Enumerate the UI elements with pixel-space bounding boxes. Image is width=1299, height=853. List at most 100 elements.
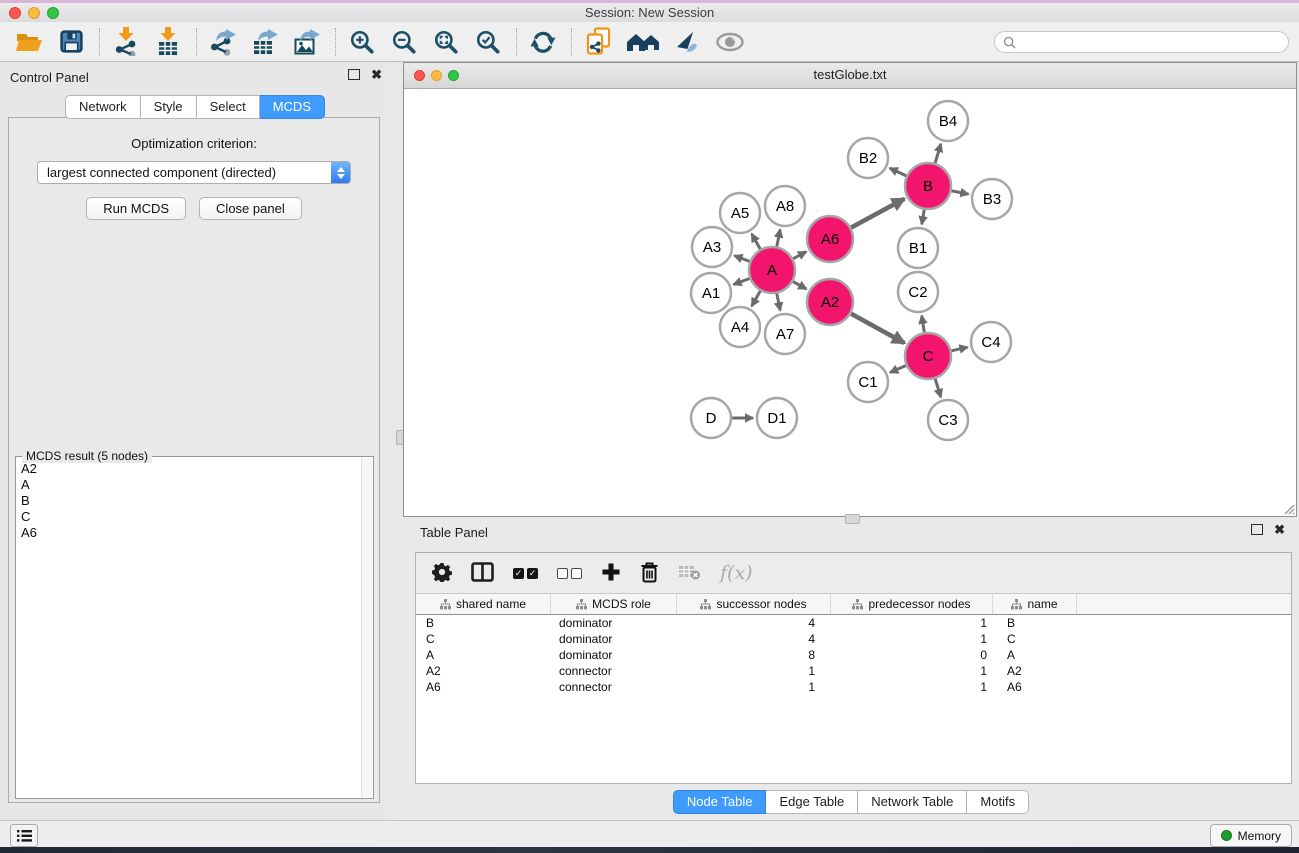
edge-C-C1[interactable] bbox=[890, 366, 906, 373]
table-cell[interactable]: C bbox=[416, 632, 551, 646]
edge-B-B3[interactable] bbox=[952, 191, 969, 194]
edge-A-A2[interactable] bbox=[793, 282, 806, 289]
node-D[interactable]: D bbox=[691, 398, 731, 438]
node-A1[interactable]: A1 bbox=[691, 273, 731, 313]
node-A7[interactable]: A7 bbox=[765, 314, 805, 354]
zoom-in-button[interactable] bbox=[345, 26, 379, 58]
edge-A-A5[interactable] bbox=[752, 234, 761, 249]
table-cell[interactable]: 1 bbox=[677, 680, 831, 694]
edge-C-C4[interactable] bbox=[951, 347, 967, 351]
save-session-button[interactable] bbox=[54, 26, 88, 58]
node-C3[interactable]: C3 bbox=[928, 400, 968, 440]
table-cell[interactable]: 1 bbox=[831, 664, 993, 678]
close-panel-icon[interactable]: ✖ bbox=[371, 70, 382, 80]
tab-motifs[interactable]: Motifs bbox=[967, 790, 1029, 814]
table-cell[interactable]: dominator bbox=[551, 648, 677, 662]
export-image-button[interactable] bbox=[290, 26, 324, 58]
table-cell[interactable]: A2 bbox=[416, 664, 551, 678]
table-cell[interactable]: dominator bbox=[551, 616, 677, 630]
search-box[interactable] bbox=[994, 31, 1289, 53]
horizontal-splitter-handle[interactable] bbox=[845, 514, 860, 524]
node-B3[interactable]: B3 bbox=[972, 179, 1012, 219]
tab-style[interactable]: Style bbox=[141, 95, 197, 119]
export-network-button[interactable] bbox=[206, 26, 240, 58]
edge-A-A4[interactable] bbox=[752, 291, 761, 306]
table-row[interactable]: Cdominator41C bbox=[416, 631, 1291, 647]
import-network-button[interactable] bbox=[109, 26, 143, 58]
column-header-shared-name[interactable]: shared name bbox=[416, 594, 551, 614]
node-A4[interactable]: A4 bbox=[720, 307, 760, 347]
edge-C-C2[interactable] bbox=[922, 316, 925, 333]
edge-B-B2[interactable] bbox=[890, 168, 907, 176]
node-B1[interactable]: B1 bbox=[898, 228, 938, 268]
table-cell[interactable]: 1 bbox=[677, 664, 831, 678]
tab-edge-table[interactable]: Edge Table bbox=[766, 790, 858, 814]
deselect-all-columns-button[interactable] bbox=[557, 568, 582, 579]
edge-A6-B[interactable] bbox=[851, 199, 904, 228]
zoom-selected-button[interactable] bbox=[471, 26, 505, 58]
settings-gear-button[interactable] bbox=[432, 562, 452, 585]
table-cell[interactable]: A bbox=[416, 648, 551, 662]
table-cell[interactable]: 0 bbox=[831, 648, 993, 662]
edge-B-B4[interactable] bbox=[935, 144, 941, 163]
edge-C-C3[interactable] bbox=[935, 379, 941, 397]
column-header-successor-nodes[interactable]: successor nodes bbox=[677, 594, 831, 614]
node-A5[interactable]: A5 bbox=[720, 193, 760, 233]
node-A6[interactable]: A6 bbox=[807, 216, 853, 262]
add-column-button[interactable] bbox=[601, 562, 621, 585]
criterion-select[interactable]: largest connected component (directed) bbox=[37, 161, 351, 184]
node-B2[interactable]: B2 bbox=[848, 138, 888, 178]
table-cell[interactable]: 1 bbox=[831, 616, 993, 630]
edge-A2-C[interactable] bbox=[851, 314, 904, 343]
node-C2[interactable]: C2 bbox=[898, 272, 938, 312]
node-A[interactable]: A bbox=[749, 247, 795, 293]
table-cell[interactable]: A2 bbox=[993, 664, 1077, 678]
result-list-item[interactable]: C bbox=[17, 509, 361, 525]
edge-A-A8[interactable] bbox=[777, 230, 780, 247]
edge-B-B1[interactable] bbox=[922, 210, 924, 225]
table-cell[interactable]: 4 bbox=[677, 632, 831, 646]
tab-network-table[interactable]: Network Table bbox=[858, 790, 967, 814]
eye-button[interactable] bbox=[713, 26, 747, 58]
result-list-item[interactable]: B bbox=[17, 493, 361, 509]
edge-A-A6[interactable] bbox=[793, 252, 806, 259]
table-cell[interactable]: 1 bbox=[831, 632, 993, 646]
zoom-out-button[interactable] bbox=[387, 26, 421, 58]
tab-node-table[interactable]: Node Table bbox=[673, 790, 767, 814]
column-header-name[interactable]: name bbox=[993, 594, 1077, 614]
float-panel-icon[interactable] bbox=[348, 69, 360, 80]
result-list-item[interactable]: A bbox=[17, 477, 361, 493]
node-C1[interactable]: C1 bbox=[848, 362, 888, 402]
delete-column-button[interactable] bbox=[640, 561, 659, 586]
refresh-view-button[interactable] bbox=[526, 26, 560, 58]
table-cell[interactable]: A6 bbox=[416, 680, 551, 694]
table-cell[interactable]: 4 bbox=[677, 616, 831, 630]
edge-A-A7[interactable] bbox=[777, 294, 780, 311]
node-C4[interactable]: C4 bbox=[971, 322, 1011, 362]
table-row[interactable]: Bdominator41B bbox=[416, 615, 1291, 631]
tab-network[interactable]: Network bbox=[65, 95, 141, 119]
node-C[interactable]: C bbox=[905, 333, 951, 379]
node-A2[interactable]: A2 bbox=[807, 279, 853, 325]
task-history-button[interactable] bbox=[10, 824, 38, 847]
zoom-fit-button[interactable] bbox=[429, 26, 463, 58]
table-row[interactable]: A2connector11A2 bbox=[416, 663, 1291, 679]
tab-mcds[interactable]: MCDS bbox=[260, 95, 325, 119]
open-session-button[interactable] bbox=[12, 26, 46, 58]
import-table-button[interactable] bbox=[151, 26, 185, 58]
resize-grip-icon[interactable] bbox=[1281, 501, 1295, 515]
node-A3[interactable]: A3 bbox=[692, 227, 732, 267]
run-mcds-button[interactable]: Run MCDS bbox=[86, 197, 186, 220]
table-cell[interactable]: 1 bbox=[831, 680, 993, 694]
table-cell[interactable]: A bbox=[993, 648, 1077, 662]
table-cell[interactable]: A6 bbox=[993, 680, 1077, 694]
table-cell[interactable]: C bbox=[993, 632, 1077, 646]
close-panel-icon[interactable]: ✖ bbox=[1274, 525, 1285, 535]
close-panel-button[interactable]: Close panel bbox=[199, 197, 302, 220]
network-graph[interactable]: B4B2BB3A5A8A6B1A3AA1C2A2A4A7C4CC1C3DD1 bbox=[404, 88, 1296, 516]
home-button[interactable] bbox=[623, 26, 663, 58]
graphics-details-button[interactable] bbox=[671, 26, 705, 58]
table-row[interactable]: Adominator80A bbox=[416, 647, 1291, 663]
table-cell[interactable]: connector bbox=[551, 680, 677, 694]
node-B4[interactable]: B4 bbox=[928, 101, 968, 141]
